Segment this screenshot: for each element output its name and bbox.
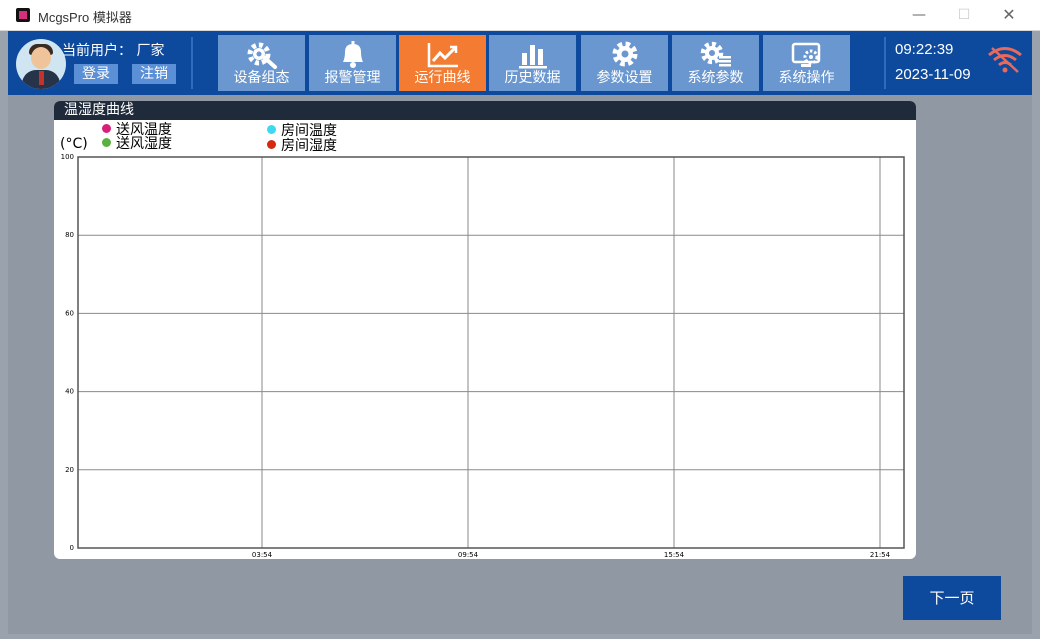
nav-alarm-management-label: 报警管理 <box>324 70 381 86</box>
wifi-off-icon <box>988 47 1022 73</box>
line-chart-icon <box>427 43 458 68</box>
x-tick-label: 21:54 <box>870 551 891 559</box>
current-time: 09:22:39 <box>895 41 954 58</box>
temp-humidity-chart: 0 20 40 60 80 100 03:54 09:54 15:54 21:54 <box>61 153 905 559</box>
nav-param-settings-label: 参数设置 <box>596 70 653 86</box>
window-titlebar: McgsPro 模拟器 — ☐ ✕ <box>0 0 1040 31</box>
x-tick-label: 09:54 <box>458 551 479 559</box>
maximize-button[interactable]: ☐ <box>949 4 979 26</box>
current-date: 2023-11-09 <box>895 66 971 83</box>
nav-device-config[interactable]: 设备组态 <box>218 35 305 91</box>
y-tick-label: 20 <box>65 466 74 474</box>
nav-system-operation-label: 系统操作 <box>778 70 835 86</box>
logout-button[interactable]: 注销 <box>132 64 176 84</box>
gear-icon <box>612 41 638 67</box>
y-tick-label: 100 <box>61 153 74 161</box>
header-divider <box>191 37 193 89</box>
current-user-label: 当前用户： 厂家 <box>62 43 165 59</box>
app-logo-icon <box>16 8 30 22</box>
nav-run-curve-label: 运行曲线 <box>414 70 471 86</box>
x-tick-label: 03:54 <box>252 551 273 559</box>
user-avatar <box>16 39 66 89</box>
login-button[interactable]: 登录 <box>74 64 118 84</box>
nav-device-config-label: 设备组态 <box>233 70 290 86</box>
nav-system-params-label: 系统参数 <box>687 70 744 86</box>
nav-alarm-management[interactable]: 报警管理 <box>309 35 396 91</box>
nav-history-data[interactable]: 历史数据 <box>489 35 576 91</box>
app-window: 当前用户： 厂家 登录 注销 设备组态 报警管理 运行曲线 历史数据 参数设置 … <box>8 31 1032 634</box>
window-title: McgsPro 模拟器 <box>38 10 132 25</box>
nav-history-data-label: 历史数据 <box>504 70 561 86</box>
next-page-button[interactable]: 下一页 <box>903 576 1001 620</box>
monitor-gear-icon <box>791 42 821 67</box>
nav-system-params[interactable]: 系统参数 <box>672 35 759 91</box>
y-tick-label: 0 <box>70 544 74 552</box>
x-tick-label: 15:54 <box>664 551 685 559</box>
minimize-button[interactable]: — <box>904 4 934 26</box>
nav-param-settings[interactable]: 参数设置 <box>581 35 668 91</box>
nav-system-operation[interactable]: 系统操作 <box>763 35 850 91</box>
y-tick-label: 80 <box>65 231 74 239</box>
y-tick-label: 40 <box>65 388 74 396</box>
gear-list-icon <box>700 41 731 67</box>
temp-humidity-panel: 温湿度曲线 送风温度 送风湿度 房间温度 房间湿度 (°C) 0 20 40 60 80… <box>54 101 916 559</box>
y-tick-label: 60 <box>65 309 74 317</box>
gear-wrench-icon <box>247 42 277 69</box>
plot-border <box>77 156 905 549</box>
close-button[interactable]: ✕ <box>994 4 1024 26</box>
bell-icon <box>343 41 363 68</box>
bar-chart-icon <box>519 45 547 69</box>
header-divider <box>884 37 886 89</box>
nav-run-curve[interactable]: 运行曲线 <box>399 35 486 91</box>
top-header: 当前用户： 厂家 登录 注销 设备组态 报警管理 运行曲线 历史数据 参数设置 … <box>8 31 1032 95</box>
